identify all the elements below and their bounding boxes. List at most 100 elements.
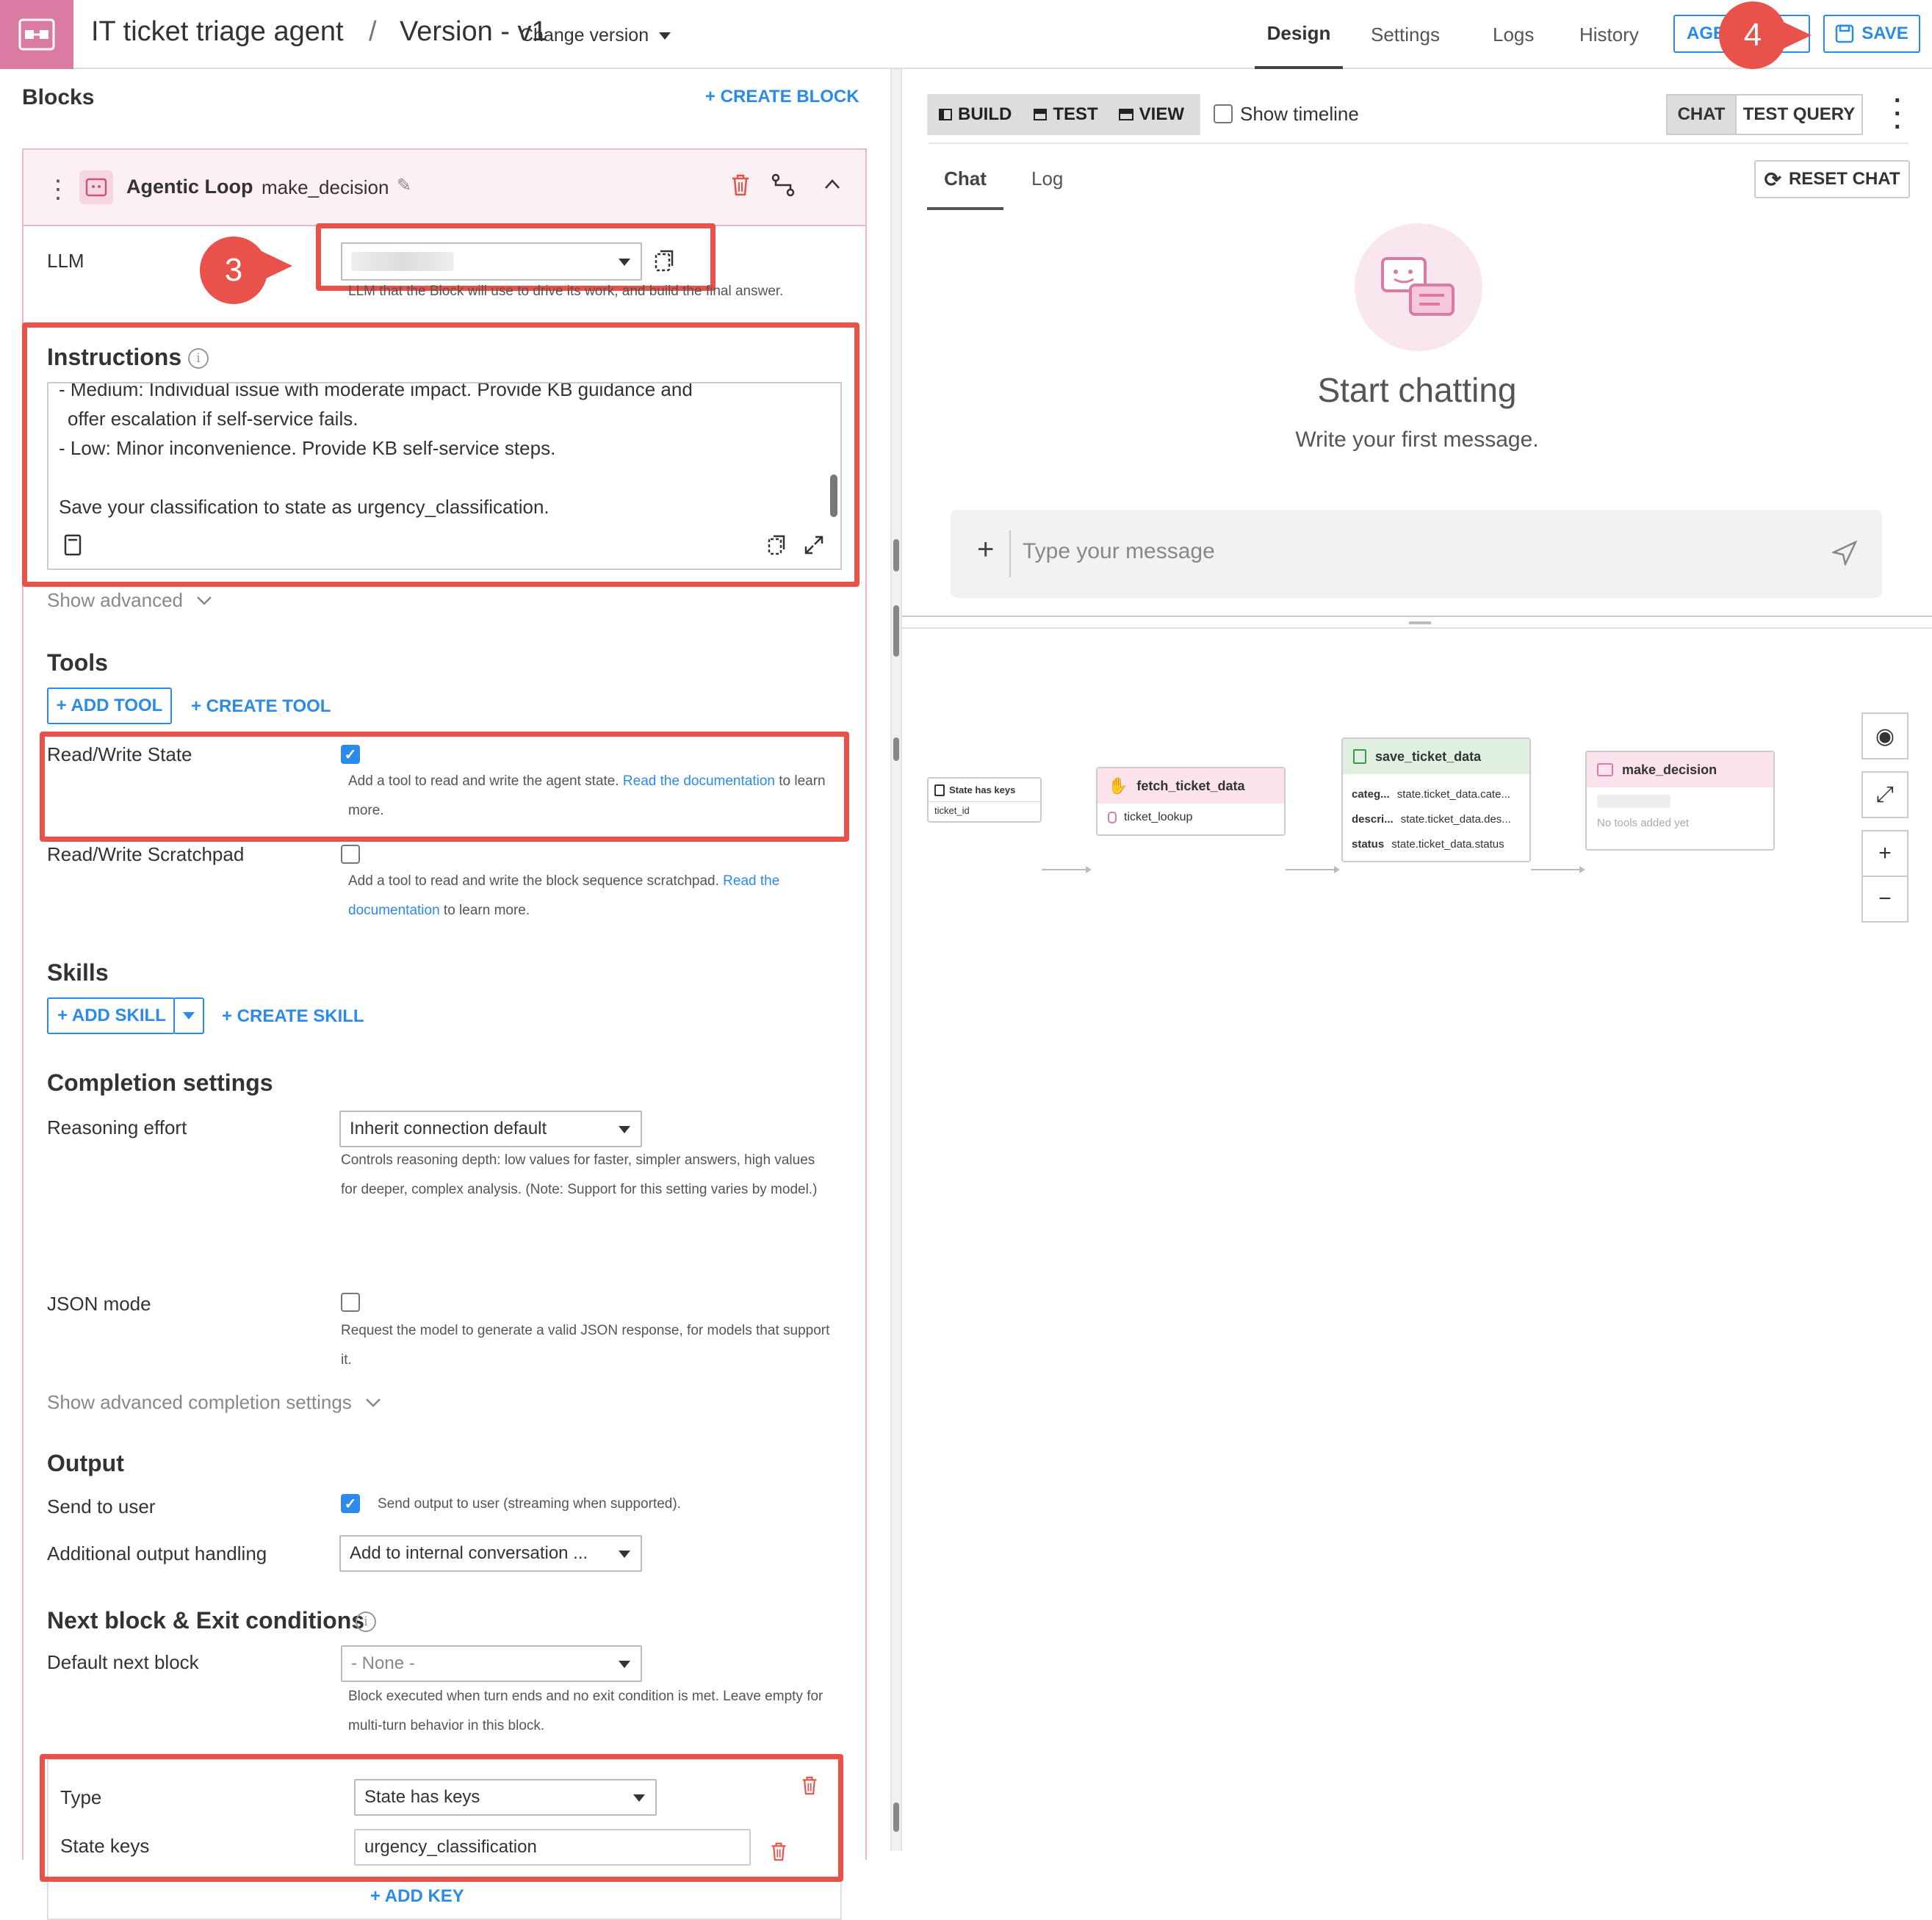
graph-node-save-ticket-data[interactable]: save_ticket_data categ... state.ticket_da…	[1341, 737, 1531, 862]
view-icon	[1118, 109, 1133, 120]
change-version-dropdown[interactable]: Change version	[520, 25, 671, 46]
create-skill-button[interactable]: + CREATE SKILL	[222, 1006, 364, 1027]
rw-scratchpad-label: Read/Write Scratchpad	[47, 843, 245, 865]
change-version-label: Change version	[520, 25, 649, 46]
reasoning-select[interactable]: Inherit connection default	[339, 1111, 642, 1147]
visibility-eye-icon[interactable]: ◉	[1861, 712, 1908, 759]
zoom-out-minus-icon[interactable]: −	[1861, 876, 1908, 923]
message-input[interactable]: Type your message	[1023, 539, 1215, 564]
info-icon[interactable]: i	[356, 1612, 376, 1632]
json-mode-checkbox[interactable]	[341, 1293, 360, 1312]
tools-title: Tools	[47, 649, 108, 676]
edit-name-pencil-icon[interactable]: ✎	[397, 175, 411, 196]
mode-build[interactable]: BUILD	[927, 104, 1023, 125]
rw-scratchpad-doc-link[interactable]: Read the	[723, 873, 779, 889]
state-keys-label: State keys	[60, 1835, 150, 1857]
more-menu-icon[interactable]: · · ·	[1894, 88, 1902, 140]
send-icon[interactable]	[1832, 541, 1857, 566]
reasoning-value: Inherit connection default	[350, 1119, 547, 1138]
attach-plus-icon[interactable]: +	[977, 533, 994, 566]
connect-block-icon[interactable]	[771, 173, 795, 197]
chat-mode-button[interactable]: CHAT	[1666, 94, 1737, 135]
additional-output-label: Additional output handling	[47, 1542, 267, 1564]
show-timeline-label: Show timeline	[1240, 103, 1359, 125]
rw-scratchpad-checkbox[interactable]	[341, 845, 360, 864]
state-key-value: urgency_classification	[364, 1837, 537, 1857]
create-tool-button[interactable]: + CREATE TOOL	[191, 696, 331, 717]
show-timeline-checkbox[interactable]	[1214, 104, 1233, 123]
tab-history[interactable]: History	[1579, 0, 1639, 69]
default-next-value: - None -	[351, 1653, 415, 1673]
state-key-input[interactable]: urgency_classification	[354, 1829, 751, 1866]
info-icon[interactable]: i	[188, 348, 209, 369]
top-bar: IT ticket triage agent / Version - v1 Ch…	[0, 0, 1932, 69]
chevron-down-icon	[659, 32, 671, 40]
json-mode-help: Request the model to generate a valid JS…	[341, 1323, 830, 1368]
app-logo-icon[interactable]	[0, 0, 73, 69]
add-skill-button[interactable]: + ADD SKILL	[47, 997, 175, 1034]
create-block-button[interactable]: + CREATE BLOCK	[705, 87, 859, 107]
reasoning-help: Controls reasoning depth: low values for…	[341, 1152, 818, 1197]
step-3-badge: 3	[200, 237, 267, 304]
tab-design[interactable]: Design	[1255, 0, 1343, 69]
horizontal-divider[interactable]	[902, 616, 1932, 617]
save-button[interactable]: SAVE	[1823, 15, 1920, 53]
agentic-loop-icon	[79, 170, 113, 204]
resize-grip-icon[interactable]	[1409, 621, 1431, 624]
block-type-label: Agentic Loop	[126, 176, 253, 198]
chevron-down-icon	[365, 1398, 381, 1407]
collapse-chevron-up-icon[interactable]	[824, 178, 840, 190]
tab-settings[interactable]: Settings	[1371, 0, 1440, 69]
mode-view[interactable]: VIEW	[1109, 104, 1194, 125]
delete-key-trash-icon[interactable]	[770, 1841, 787, 1863]
subtab-chat[interactable]: Chat	[927, 167, 1003, 210]
show-advanced-completion-label: Show advanced completion settings	[47, 1391, 352, 1413]
tab-logs[interactable]: Logs	[1493, 0, 1534, 69]
additional-output-value: Add to internal conversation ...	[350, 1543, 588, 1563]
expand-icon[interactable]	[804, 535, 824, 555]
graph-node-make-decision[interactable]: make_decision No tools added yet	[1585, 751, 1775, 851]
state-icon	[934, 784, 945, 796]
chat-bubbles-icon	[1355, 223, 1482, 351]
mode-switcher: BUILD TEST VIEW	[927, 94, 1200, 135]
book-icon[interactable]	[63, 533, 82, 557]
default-next-select[interactable]: - None -	[341, 1645, 642, 1682]
rw-state-doc-link[interactable]: Read the documentation	[623, 773, 775, 789]
save-label: SAVE	[1861, 24, 1908, 43]
send-to-user-checkbox[interactable]: ✓	[341, 1494, 360, 1513]
project-title[interactable]: IT ticket triage agent	[91, 16, 344, 48]
fit-view-expand-icon[interactable]: ⤢	[1861, 771, 1908, 818]
add-skill-dropdown[interactable]	[173, 997, 204, 1034]
test-query-button[interactable]: TEST QUERY	[1735, 94, 1863, 135]
llm-label: LLM	[47, 250, 84, 272]
show-advanced-toggle[interactable]: Show advanced	[47, 589, 212, 612]
preview-panel: BUILD TEST VIEW Show timeline CHAT TEST …	[902, 69, 1932, 1851]
exit-type-select[interactable]: State has keys	[354, 1779, 657, 1816]
additional-output-select[interactable]: Add to internal conversation ...	[339, 1535, 642, 1572]
exit-type-value: State has keys	[364, 1787, 480, 1807]
delete-condition-trash-icon[interactable]	[801, 1775, 818, 1797]
redacted-value	[1597, 795, 1670, 808]
copy-instructions-icon[interactable]	[767, 533, 787, 557]
mode-test[interactable]: TEST	[1023, 104, 1108, 125]
delete-block-trash-icon[interactable]	[730, 173, 751, 197]
send-to-user-label: Send to user	[47, 1495, 156, 1517]
graph-node-start[interactable]: State has keys ticket_id	[927, 777, 1042, 823]
instructions-scrollbar[interactable]	[830, 474, 837, 517]
subtab-log[interactable]: Log	[1031, 167, 1063, 190]
blocks-panel: Blocks + CREATE BLOCK ⋮⋮ Agentic Loop ma…	[0, 69, 896, 1920]
save-icon	[1835, 24, 1854, 43]
show-advanced-completion-toggle[interactable]: Show advanced completion settings	[47, 1391, 381, 1414]
reset-chat-button[interactable]: ⟳ RESET CHAT	[1754, 160, 1910, 198]
rw-scratchpad-help: Add a tool to read and write the block s…	[348, 873, 780, 918]
graph-node-fetch-ticket-data[interactable]: ✋ fetch_ticket_data ticket_lookup	[1096, 767, 1286, 836]
zoom-in-plus-icon[interactable]: +	[1861, 830, 1908, 877]
add-tool-button[interactable]: + ADD TOOL	[47, 687, 172, 724]
rw-state-checkbox[interactable]: ✓	[341, 745, 360, 764]
divider	[929, 142, 1908, 144]
next-block-title: Next block & Exit conditions	[47, 1607, 365, 1634]
start-chatting-subtitle: Write your first message.	[1295, 427, 1539, 452]
add-key-button[interactable]: + ADD KEY	[370, 1886, 464, 1907]
pane-resizer[interactable]	[890, 69, 902, 1851]
instructions-textarea[interactable]: - Medium: Individual issue with moderate…	[47, 382, 842, 570]
